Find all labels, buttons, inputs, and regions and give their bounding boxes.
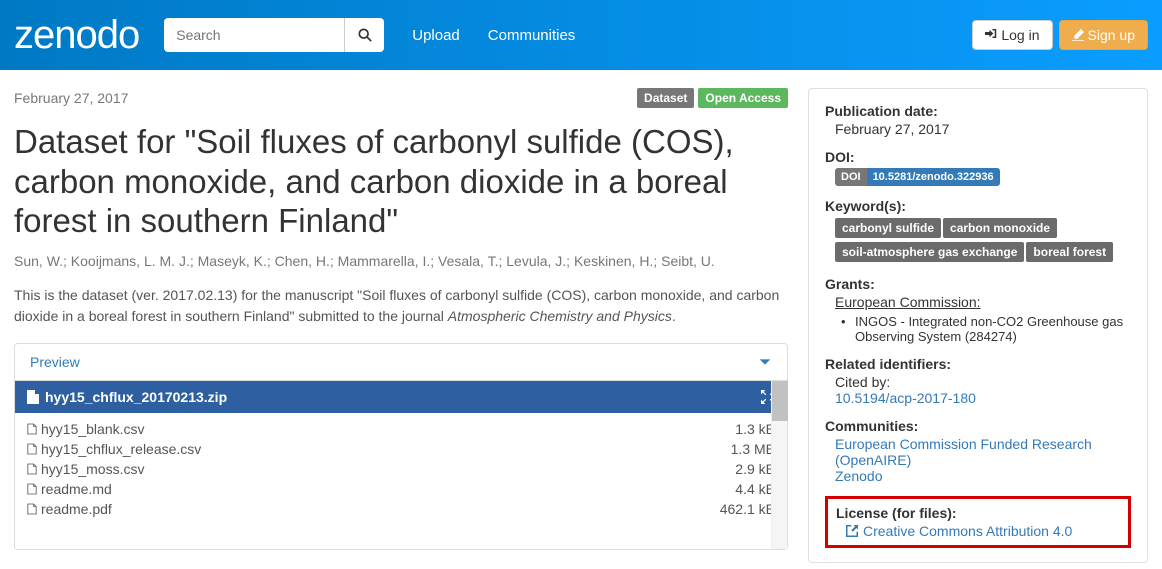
record-date: February 27, 2017 [14,90,128,106]
community-link-1[interactable]: European Commission Funded Research (Ope… [835,436,1092,468]
file-icon [27,443,37,455]
edit-icon [1072,29,1084,41]
file-size: 2.9 kB [735,461,775,477]
file-icon [27,423,37,435]
search-input[interactable] [164,18,344,52]
file-row[interactable]: hyy15_chflux_release.csv 1.3 MB [27,439,775,459]
main-content: February 27, 2017 Dataset Open Access Da… [14,88,788,563]
license-link[interactable]: Creative Commons Attribution 4.0 [836,523,1120,539]
doi-label: DOI: [825,149,1131,165]
doi-badge-left: DOI [835,168,867,186]
file-icon [27,483,37,495]
record-authors: Sun, W.; Kooijmans, L. M. J.; Maseyk, K.… [14,253,788,269]
file-icon [27,463,37,475]
desc-journal: Atmospheric Chemistry and Physics [448,308,672,324]
grant-funder-link[interactable]: European Commission: [825,294,1131,310]
file-size: 1.3 MB [731,441,775,457]
related-link[interactable]: 10.5194/acp-2017-180 [835,390,976,406]
file-name: readme.md [41,481,112,497]
search-button[interactable] [344,18,384,52]
file-row[interactable]: hyy15_moss.csv 2.9 kB [27,459,775,479]
badge-access: Open Access [698,88,788,108]
doi-badge[interactable]: DOI 10.5281/zenodo.322936 [835,168,1000,186]
keyword-badge[interactable]: soil-atmosphere gas exchange [835,242,1024,262]
file-size: 1.3 kB [735,421,775,437]
scroll-thumb[interactable] [772,381,788,421]
community-link-2[interactable]: Zenodo [835,468,882,484]
license-label: License (for files): [836,505,1120,521]
desc-post: . [672,308,676,324]
file-row[interactable]: readme.md 4.4 kB [27,479,775,499]
file-name: hyy15_chflux_release.csv [41,441,201,457]
navbar: zenodo Upload Communities Log in Sign up [0,0,1162,70]
related-cited: Cited by: [825,374,1131,390]
search-group [164,18,384,52]
file-row[interactable]: hyy15_blank.csv 1.3 kB [27,419,775,439]
communities-label: Communities: [825,418,1131,434]
keywords-label: Keyword(s): [825,198,1131,214]
archive-name: hyy15_chflux_20170213.zip [45,389,227,405]
grants-label: Grants: [825,276,1131,292]
file-icon [27,390,39,404]
file-list: hyy15_blank.csv 1.3 kB hyy15_chflux_releas… [15,413,787,549]
record-title: Dataset for "Soil fluxes of carbonyl sul… [14,122,788,241]
file-name: hyy15_moss.csv [41,461,144,477]
search-icon [358,28,372,42]
signup-button[interactable]: Sign up [1059,20,1148,50]
nav-upload[interactable]: Upload [412,27,460,44]
pub-date-value: February 27, 2017 [825,121,1131,137]
signup-label: Sign up [1088,27,1135,43]
nav-communities[interactable]: Communities [488,27,576,44]
license-text: Creative Commons Attribution 4.0 [863,523,1072,539]
preview-heading[interactable]: Preview [15,344,787,381]
archive-bar: hyy15_chflux_20170213.zip [15,381,787,413]
file-name: hyy15_blank.csv [41,421,145,437]
file-name: readme.pdf [41,501,112,517]
file-icon [27,503,37,515]
preview-label: Preview [30,354,80,370]
keyword-badge[interactable]: carbon monoxide [943,218,1057,238]
grant-item: INGOS - Integrated non-CO2 Greenhouse ga… [825,314,1131,344]
login-label: Log in [1001,27,1039,43]
sidebar: Publication date: February 27, 2017 DOI:… [808,88,1148,563]
keywords-list: carbonyl sulfidecarbon monoxide soil-atmo… [825,216,1131,264]
license-highlight-box: License (for files): Creative Commons At… [825,496,1131,548]
related-label: Related identifiers: [825,356,1131,372]
signin-icon [985,29,997,41]
pub-date-label: Publication date: [825,103,1131,119]
keyword-badge[interactable]: carbonyl sulfide [835,218,941,238]
chevron-down-icon [758,355,772,369]
badge-type: Dataset [637,88,694,108]
keyword-badge[interactable]: boreal forest [1026,242,1113,262]
login-button[interactable]: Log in [972,20,1052,50]
logo[interactable]: zenodo [14,13,139,58]
file-size: 4.4 kB [735,481,775,497]
external-link-icon [846,525,858,537]
file-row[interactable]: readme.pdf 462.1 kB [27,499,775,519]
file-size: 462.1 kB [720,501,775,517]
preview-panel: Preview hyy15_chflux_20170213.zip [14,343,788,550]
record-description: This is the dataset (ver. 2017.02.13) fo… [14,285,788,327]
doi-badge-right: 10.5281/zenodo.322936 [867,168,1000,186]
scrollbar[interactable] [771,381,787,549]
